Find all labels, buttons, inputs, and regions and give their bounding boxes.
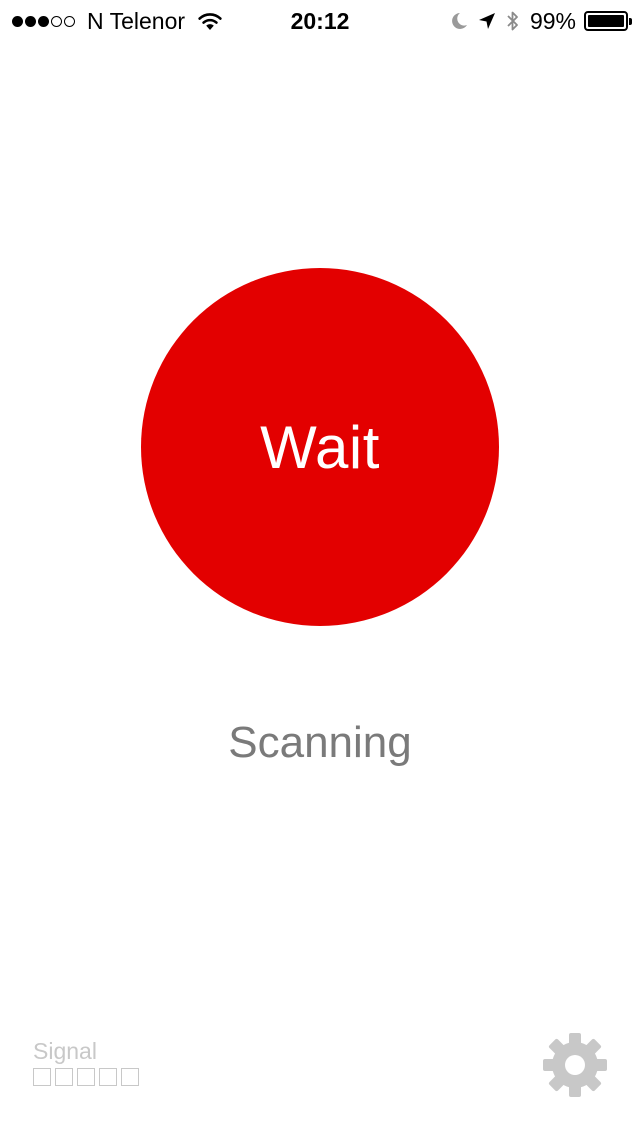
signal-dot bbox=[25, 15, 36, 27]
signal-box bbox=[99, 1068, 117, 1086]
scan-status-text: Scanning bbox=[228, 718, 412, 767]
signal-boxes bbox=[33, 1068, 143, 1086]
signal-dot bbox=[51, 15, 62, 27]
gear-icon bbox=[543, 1033, 607, 1097]
cellular-signal-dots bbox=[12, 15, 77, 27]
signal-indicator: Signal bbox=[33, 1038, 143, 1086]
battery-percent: 99% bbox=[529, 7, 576, 34]
location-arrow-icon bbox=[478, 13, 495, 29]
settings-button[interactable] bbox=[542, 1032, 608, 1098]
battery-icon bbox=[584, 11, 632, 31]
signal-dot bbox=[12, 15, 23, 27]
status-bar-left: N Telenor bbox=[12, 8, 223, 34]
battery-cap bbox=[629, 18, 632, 25]
status-bar: N Telenor 20:12 99% bbox=[0, 0, 640, 40]
signal-box bbox=[121, 1068, 139, 1086]
wait-button[interactable]: Wait bbox=[141, 268, 499, 626]
carrier-name: N Telenor bbox=[87, 7, 186, 34]
status-bar-right: 99% bbox=[450, 7, 632, 34]
battery-fill bbox=[588, 15, 624, 27]
signal-box bbox=[77, 1068, 95, 1086]
signal-dot bbox=[38, 15, 49, 27]
signal-label: Signal bbox=[33, 1038, 97, 1064]
wifi-icon bbox=[198, 13, 222, 30]
signal-box bbox=[55, 1068, 73, 1086]
wait-button-label: Wait bbox=[260, 413, 380, 481]
signal-dot bbox=[64, 15, 75, 27]
signal-box bbox=[33, 1068, 51, 1086]
bluetooth-icon bbox=[507, 11, 518, 31]
moon-icon bbox=[452, 13, 467, 29]
